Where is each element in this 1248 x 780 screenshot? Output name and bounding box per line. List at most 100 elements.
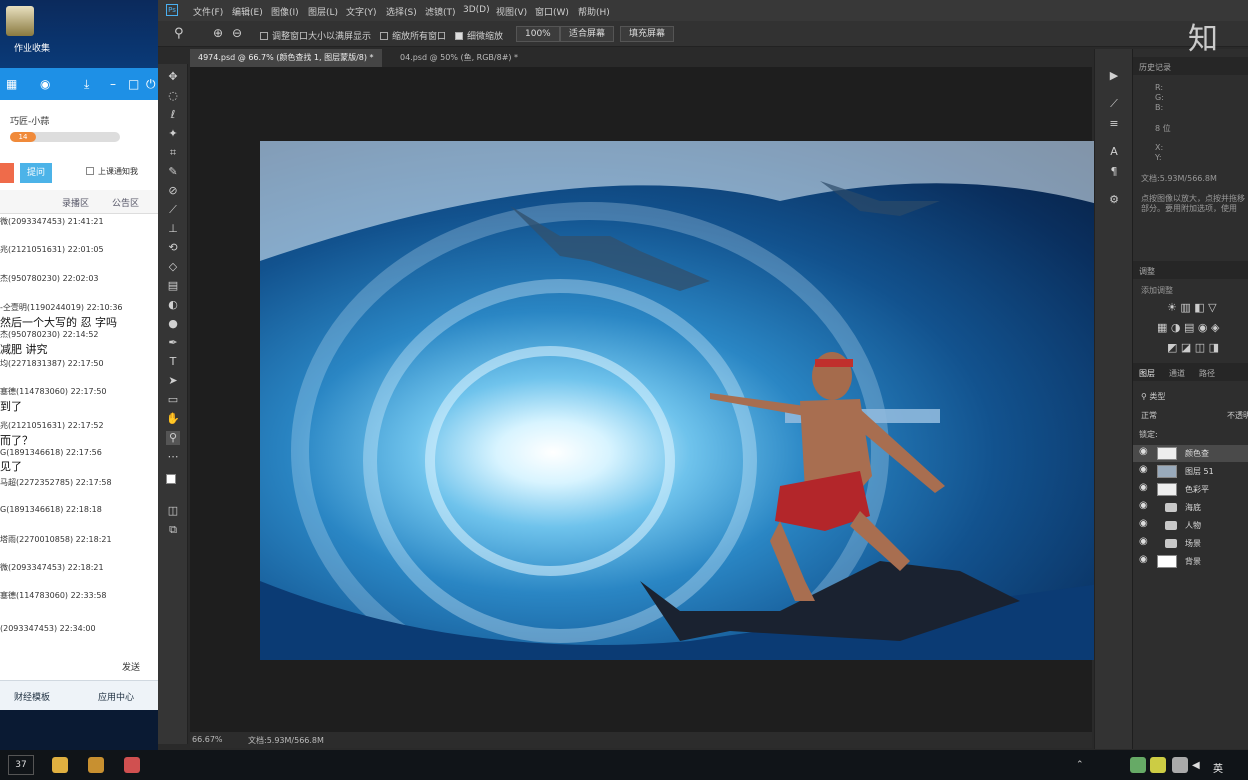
pen-tool-icon[interactable]: ✒: [166, 336, 180, 350]
menu-window[interactable]: 窗口(W): [535, 5, 569, 18]
menu-select[interactable]: 选择(S): [386, 5, 417, 18]
layer-row[interactable]: ◉ 颜色查: [1133, 445, 1248, 462]
zoom-100-button[interactable]: 100%: [516, 26, 560, 42]
properties-icon[interactable]: ⚙: [1107, 193, 1121, 207]
layer-group[interactable]: ◉ 场景: [1133, 535, 1248, 552]
tab-channels[interactable]: 通道: [1169, 368, 1185, 379]
character-icon[interactable]: A: [1107, 145, 1121, 159]
power-icon[interactable]: ⏻: [146, 77, 156, 92]
play-icon[interactable]: ▶: [1107, 69, 1121, 83]
tray-up-icon[interactable]: ⌃: [1076, 760, 1086, 770]
eye-icon[interactable]: ◉: [1139, 500, 1148, 511]
kind-filter[interactable]: ⚲ 类型: [1141, 391, 1165, 402]
tray-icon[interactable]: [1150, 757, 1166, 773]
move-tool-icon[interactable]: ✥: [166, 70, 180, 84]
zoom-tool-icon[interactable]: ⚲: [174, 26, 184, 41]
folder-icon[interactable]: [6, 6, 34, 36]
hand-tool-icon[interactable]: ✋: [166, 412, 180, 426]
blur-tool-icon[interactable]: ◐: [166, 298, 180, 312]
tray-icon[interactable]: [1172, 757, 1188, 773]
healing-brush-icon[interactable]: ⊘: [166, 184, 180, 198]
grid-icon[interactable]: ▦: [6, 77, 17, 91]
maximize-icon[interactable]: □: [128, 77, 139, 91]
tab-history[interactable]: 历史记录: [1139, 62, 1171, 73]
canvas-image[interactable]: [260, 141, 1122, 660]
input-language[interactable]: 英: [1213, 760, 1223, 775]
gamepad-icon[interactable]: ◉: [40, 77, 50, 91]
zoom-tool-icon[interactable]: ⚲: [166, 431, 180, 445]
path-select-icon[interactable]: ➤: [166, 374, 180, 388]
finance-template-link[interactable]: 财经模板: [14, 690, 50, 703]
quick-mask-icon[interactable]: ◫: [166, 504, 180, 518]
menu-layer[interactable]: 图层(L): [308, 5, 338, 18]
magic-wand-icon[interactable]: ✦: [166, 127, 180, 141]
speaker-icon[interactable]: ◀: [1192, 760, 1204, 772]
tab-announcements[interactable]: 公告区: [112, 196, 139, 209]
canvas-area[interactable]: [190, 67, 1122, 732]
download-icon[interactable]: ⤓: [84, 77, 89, 92]
eye-icon[interactable]: ◉: [1139, 518, 1148, 529]
zoom-all-option[interactable]: 缩放所有窗口: [380, 29, 446, 42]
eye-icon[interactable]: ◉: [1139, 482, 1148, 493]
marquee-tool-icon[interactable]: ◌: [166, 89, 180, 103]
menu-help[interactable]: 帮助(H): [578, 5, 610, 18]
menu-edit[interactable]: 编辑(E): [232, 5, 263, 18]
fit-screen-button[interactable]: 适合屏幕: [560, 26, 615, 42]
zoom-level[interactable]: 66.67%: [192, 735, 223, 744]
taskbar-counter[interactable]: 37: [8, 755, 34, 775]
more-tools-icon[interactable]: ⋯: [166, 450, 180, 464]
blend-mode-select[interactable]: 正常: [1141, 410, 1157, 421]
resize-windows-option[interactable]: 调整窗口大小以满屏显示: [260, 29, 371, 42]
app-icon[interactable]: [88, 757, 104, 773]
stamp-tool-icon[interactable]: ⊥: [166, 222, 180, 236]
tab-adjustments[interactable]: 调整: [1139, 266, 1155, 277]
eye-icon[interactable]: ◉: [1139, 464, 1148, 475]
adjustment-icons[interactable]: ☀ ▥ ◧ ▽: [1167, 301, 1217, 314]
scrubby-zoom-option[interactable]: 细微缩放: [455, 29, 503, 42]
menu-file[interactable]: 文件(F): [193, 5, 223, 18]
tab-paths[interactable]: 路径: [1199, 368, 1215, 379]
menu-view[interactable]: 视图(V): [496, 5, 527, 18]
file-explorer-icon[interactable]: [52, 757, 68, 773]
menu-filter[interactable]: 滤镜(T): [425, 5, 456, 18]
paragraph-icon[interactable]: ¶: [1107, 165, 1121, 179]
adjustment-icons[interactable]: ▦ ◑ ▤ ◉ ◈: [1157, 321, 1219, 334]
layer-row[interactable]: ◉ 背景: [1133, 553, 1248, 570]
app-center-link[interactable]: 应用中心: [98, 690, 134, 703]
eye-icon[interactable]: ◉: [1139, 554, 1148, 565]
menu-3d[interactable]: 3D(D): [463, 5, 490, 15]
eraser-tool-icon[interactable]: ◇: [166, 260, 180, 274]
tray-icon[interactable]: [1130, 757, 1146, 773]
history-brush-icon[interactable]: ⟲: [166, 241, 180, 255]
zoom-out-icon[interactable]: ⊖: [232, 26, 242, 40]
screen-mode-icon[interactable]: ⧉: [166, 523, 180, 537]
chat-action-button[interactable]: [0, 163, 14, 183]
gradient-tool-icon[interactable]: ▤: [166, 279, 180, 293]
layer-row[interactable]: ◉ 色彩平: [1133, 481, 1248, 498]
layer-row[interactable]: ◉ 图层 51: [1133, 463, 1248, 480]
eye-icon[interactable]: ◉: [1139, 536, 1148, 547]
brush-settings-icon[interactable]: ⟋: [1107, 97, 1121, 111]
adjust-icon[interactable]: ≡: [1107, 117, 1121, 131]
type-tool-icon[interactable]: T: [166, 355, 180, 369]
zoom-in-icon[interactable]: ⊕: [213, 26, 223, 40]
fill-screen-button[interactable]: 填充屏幕: [620, 26, 675, 42]
crop-tool-icon[interactable]: ⌗: [166, 146, 180, 160]
layer-group[interactable]: ◉ 海底: [1133, 499, 1248, 516]
tab-layers[interactable]: 图层: [1139, 368, 1155, 379]
send-button[interactable]: 发送: [122, 660, 140, 673]
layer-group[interactable]: ◉ 人物: [1133, 517, 1248, 534]
ask-button[interactable]: 提问: [20, 163, 52, 183]
lasso-tool-icon[interactable]: ℓ: [166, 108, 180, 122]
eye-icon[interactable]: ◉: [1139, 446, 1148, 457]
dodge-tool-icon[interactable]: ●: [166, 317, 180, 331]
doc-tab-active[interactable]: 4974.psd @ 66.7% (颜色查找 1, 图层蒙版/8) *: [190, 49, 382, 67]
desktop-icon-label[interactable]: 作业收集: [2, 41, 62, 54]
tab-recordings[interactable]: 录播区: [62, 196, 89, 209]
notify-checkbox[interactable]: 上课通知我: [86, 166, 138, 177]
adjustment-icons[interactable]: ◩ ◪ ◫ ◨: [1167, 341, 1219, 354]
doc-tab[interactable]: 04.psd @ 50% (鱼, RGB/8#) *: [392, 49, 526, 67]
minimize-icon[interactable]: –: [110, 77, 116, 91]
app-icon[interactable]: [124, 757, 140, 773]
menu-image[interactable]: 图像(I): [271, 5, 299, 18]
